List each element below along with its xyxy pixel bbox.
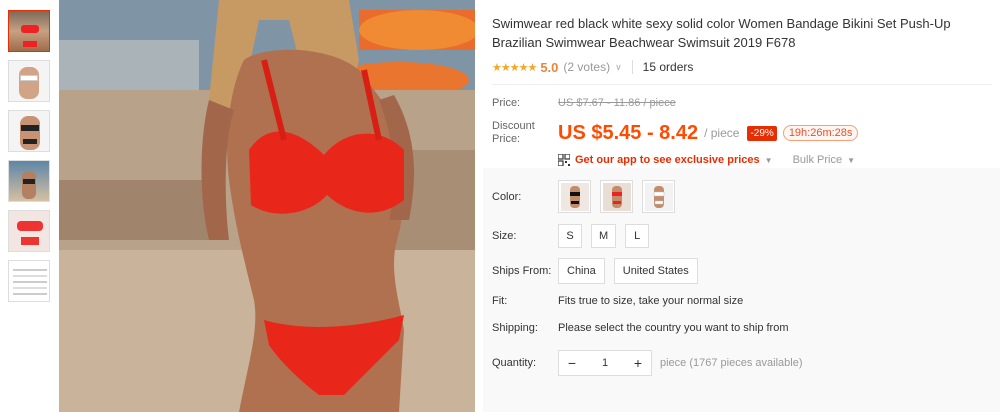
quantity-row: Quantity: − 1 + piece (1767 pieces avail…: [492, 350, 802, 376]
quantity-label: Quantity:: [492, 357, 537, 369]
size-row: Size: S M L: [492, 224, 658, 248]
thumbnail-5[interactable]: [8, 210, 50, 252]
thumbnail-6[interactable]: [8, 260, 50, 302]
qr-code-icon: [557, 153, 571, 167]
rating-score: 5.0: [540, 59, 559, 75]
chevron-down-icon[interactable]: ▼: [765, 156, 773, 165]
thumbnail-list: [8, 10, 50, 310]
main-product-image[interactable]: [59, 0, 475, 412]
votes-link[interactable]: (2 votes): [563, 60, 610, 74]
size-label: Size:: [492, 230, 517, 242]
quantity-input[interactable]: 1: [585, 357, 625, 369]
color-swatch-red[interactable]: [600, 180, 633, 213]
minus-icon[interactable]: −: [559, 355, 585, 371]
product-info: Swimwear red black white sexy solid colo…: [492, 0, 992, 167]
size-option-m[interactable]: M: [591, 224, 617, 248]
quantity-available: piece (1767 pieces available): [660, 357, 803, 369]
ships-from-china[interactable]: China: [558, 258, 605, 284]
bulk-price-link[interactable]: Bulk Price: [793, 154, 843, 166]
ships-from-row: Ships From: China United States: [492, 258, 707, 284]
color-swatch-black[interactable]: [558, 180, 591, 213]
app-promo-row: Get our app to see exclusive prices ▼ Bu…: [557, 153, 992, 167]
ships-from-label: Ships From:: [492, 265, 552, 277]
price-block: Price: US $7.67 - 11.86 / piece Discount…: [492, 97, 992, 167]
thumbnail-1[interactable]: [8, 10, 50, 52]
thumbnail-2[interactable]: [8, 60, 50, 102]
color-row: Color:: [492, 180, 684, 213]
color-swatch-white[interactable]: [642, 180, 675, 213]
app-promo-link[interactable]: Get our app to see exclusive prices: [575, 154, 760, 166]
price-unit: / piece: [704, 126, 740, 140]
chevron-down-icon[interactable]: ▼: [847, 156, 855, 165]
product-photo: [59, 0, 475, 412]
discount-badge: -29%: [747, 125, 777, 141]
fit-text: Fits true to size, take your normal size: [558, 295, 744, 307]
fit-row: Fit: Fits true to size, take your normal…: [492, 295, 743, 307]
price-label: Price:: [492, 97, 521, 109]
rating-row: ★★★★★ 5.0 (2 votes) ∨ 15 orders: [492, 58, 992, 76]
orders-count: 15 orders: [642, 60, 694, 74]
quantity-stepper: − 1 +: [558, 350, 652, 376]
countdown-timer: 19h:26m:28s: [782, 125, 859, 141]
shipping-text: Please select the country you want to sh…: [558, 322, 789, 334]
shipping-label: Shipping:: [492, 322, 538, 334]
original-price: US $7.67 - 11.86 / piece: [558, 97, 676, 109]
discount-price-label: Discount Price:: [492, 120, 535, 145]
size-option-l[interactable]: L: [625, 224, 650, 248]
discount-price-row: Discount Price: US $5.45 - 8.42 / piece …: [492, 120, 992, 146]
color-label: Color:: [492, 190, 522, 203]
discount-price: US $5.45 - 8.42: [558, 121, 699, 144]
shipping-row: Shipping: Please select the country you …: [492, 322, 789, 334]
thumbnail-3[interactable]: [8, 110, 50, 152]
size-option-s[interactable]: S: [558, 224, 582, 248]
plus-icon[interactable]: +: [625, 355, 651, 371]
ships-from-united-states[interactable]: United States: [613, 258, 698, 284]
rating-stars-icon: ★★★★★: [492, 61, 537, 74]
thumbnail-4[interactable]: [8, 160, 50, 202]
divider: [631, 60, 633, 74]
original-price-row: Price: US $7.67 - 11.86 / piece: [492, 97, 992, 110]
product-options: Color: Size: S M L Ships From: China Uni…: [483, 168, 1000, 412]
chevron-down-icon[interactable]: ∨: [615, 62, 622, 73]
product-title: Swimwear red black white sexy solid colo…: [492, 16, 951, 50]
divider: [492, 84, 992, 85]
fit-label: Fit:: [492, 295, 508, 307]
